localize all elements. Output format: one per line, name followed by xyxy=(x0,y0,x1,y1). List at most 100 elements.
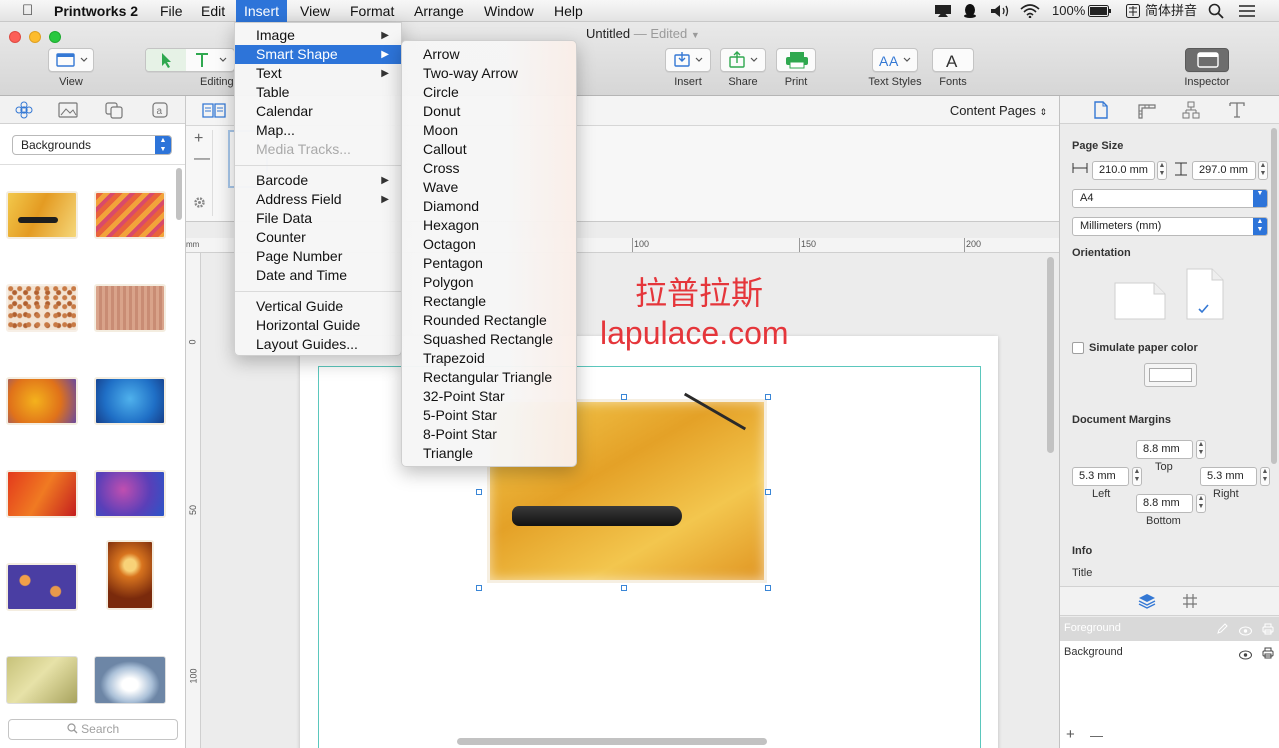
pages-selector[interactable]: Content Pages ⇕ xyxy=(950,103,1047,118)
zoom-window-button[interactable] xyxy=(49,31,61,43)
inspector-scrollbar[interactable] xyxy=(1271,128,1277,464)
image-library-icon[interactable] xyxy=(58,101,78,122)
shape-item-moon[interactable]: Moon xyxy=(402,121,576,140)
menu-window[interactable]: Window xyxy=(476,0,542,22)
background-thumbnail[interactable] xyxy=(94,191,166,239)
input-method-icon[interactable] xyxy=(1126,0,1140,22)
margin-right-stepper[interactable]: ▲ ▼ xyxy=(1260,467,1270,486)
simulate-paper-checkbox[interactable] xyxy=(1072,342,1084,354)
shape-item-trapezoid[interactable]: Trapezoid xyxy=(402,349,576,368)
printer-icon[interactable] xyxy=(1262,623,1274,638)
menu-view[interactable]: View xyxy=(292,0,338,22)
shape-item-rectangular-triangle[interactable]: Rectangular Triangle xyxy=(402,368,576,387)
margin-bottom-field[interactable]: 8.8 mm xyxy=(1136,494,1193,513)
menu-item-address-field[interactable]: Address Field ▶ xyxy=(235,190,401,209)
app-menu[interactable]: Printworks 2 xyxy=(46,0,146,22)
eye-icon[interactable] xyxy=(1239,648,1252,663)
margin-top-field[interactable]: 8.8 mm xyxy=(1136,440,1193,459)
insert-button[interactable] xyxy=(665,48,711,72)
category-popup[interactable]: Backgrounds ▲ ▼ xyxy=(12,135,172,155)
pencil-icon[interactable] xyxy=(1216,623,1228,638)
background-thumbnail[interactable] xyxy=(106,540,154,610)
background-thumbnail[interactable] xyxy=(6,470,78,518)
shape-item-hexagon[interactable]: Hexagon xyxy=(402,216,576,235)
shape-item-wave[interactable]: Wave xyxy=(402,178,576,197)
gear-icon[interactable] xyxy=(193,196,206,212)
resize-handle[interactable] xyxy=(476,489,482,495)
shape-item-callout[interactable]: Callout xyxy=(402,140,576,159)
add-page-button[interactable]: + xyxy=(194,130,203,148)
landscape-orientation-icon[interactable] xyxy=(1114,282,1166,323)
shape-item-circle[interactable]: Circle xyxy=(402,83,576,102)
text-styles-button[interactable]: AA xyxy=(872,48,918,72)
page-height-field[interactable]: 297.0 mm xyxy=(1192,161,1256,180)
layer-row-foreground[interactable]: Foreground xyxy=(1060,617,1279,641)
printer-icon[interactable] xyxy=(1262,647,1274,662)
page-width-field[interactable]: 210.0 mm xyxy=(1092,161,1155,180)
menu-item-layout-guides[interactable]: Layout Guides... xyxy=(235,335,401,354)
shape-item-5-point-star[interactable]: 5-Point Star xyxy=(402,406,576,425)
screen-mirror-icon[interactable] xyxy=(934,0,952,22)
apple-menu-icon[interactable]:  xyxy=(14,0,41,22)
background-thumbnail[interactable] xyxy=(6,284,78,332)
library-search-input[interactable]: Search xyxy=(8,719,178,740)
book-view-icon[interactable] xyxy=(202,102,226,121)
volume-icon[interactable] xyxy=(990,0,1012,22)
background-thumbnail[interactable] xyxy=(6,563,78,611)
menu-item-counter[interactable]: Counter xyxy=(235,228,401,247)
eye-icon[interactable] xyxy=(1239,624,1252,639)
shape-item-arrow[interactable]: Arrow xyxy=(402,45,576,64)
inspector-button[interactable] xyxy=(1185,48,1229,72)
paper-size-select[interactable]: A4 ▼ xyxy=(1072,189,1268,208)
menu-file[interactable]: File xyxy=(152,0,191,22)
flower-icon[interactable] xyxy=(14,101,34,122)
shape-item-squashed-rectangle[interactable]: Squashed Rectangle xyxy=(402,330,576,349)
layer-row-background[interactable]: Background xyxy=(1060,641,1279,665)
shape-item-pentagon[interactable]: Pentagon xyxy=(402,254,576,273)
shape-item-two-way-arrow[interactable]: Two-way Arrow xyxy=(402,64,576,83)
background-thumbnail[interactable] xyxy=(6,377,78,425)
text-tool-icon[interactable] xyxy=(190,49,234,71)
menu-item-vertical-guide[interactable]: Vertical Guide xyxy=(235,297,401,316)
menu-item-horizontal-guide[interactable]: Horizontal Guide xyxy=(235,316,401,335)
menu-item-barcode[interactable]: Barcode ▶ xyxy=(235,171,401,190)
menu-item-image[interactable]: Image ▶ xyxy=(235,26,401,45)
shape-item-cross[interactable]: Cross xyxy=(402,159,576,178)
margin-left-field[interactable]: 5.3 mm xyxy=(1072,467,1129,486)
background-thumbnail[interactable] xyxy=(6,656,78,704)
resize-handle[interactable] xyxy=(765,585,771,591)
fonts-button[interactable]: A xyxy=(932,48,974,72)
shape-item-octagon[interactable]: Octagon xyxy=(402,235,576,254)
shape-item-polygon[interactable]: Polygon xyxy=(402,273,576,292)
menu-insert[interactable]: Insert xyxy=(236,0,288,22)
menu-edit[interactable]: Edit xyxy=(193,0,233,22)
shape-item-triangle[interactable]: Triangle xyxy=(402,444,576,463)
paper-color-well[interactable] xyxy=(1144,363,1197,387)
shape-item-diamond[interactable]: Diamond xyxy=(402,197,576,216)
background-thumbnail[interactable] xyxy=(94,470,166,518)
page-height-stepper[interactable]: ▲ ▼ xyxy=(1258,161,1268,180)
wifi-icon[interactable] xyxy=(1020,0,1040,22)
background-thumbnail[interactable] xyxy=(94,377,166,425)
add-layer-button[interactable]: + xyxy=(1066,726,1075,743)
margin-right-field[interactable]: 5.3 mm xyxy=(1200,467,1257,486)
canvas-horizontal-scrollbar[interactable] xyxy=(457,738,767,745)
margin-top-stepper[interactable]: ▲ ▼ xyxy=(1196,440,1206,459)
shape-item-8-point-star[interactable]: 8-Point Star xyxy=(402,425,576,444)
layout-tab-icon[interactable] xyxy=(1138,101,1156,122)
layers-icon[interactable] xyxy=(1138,593,1156,612)
spotlight-search-icon[interactable] xyxy=(1208,0,1224,22)
grid-icon[interactable] xyxy=(1182,593,1198,612)
qq-icon[interactable] xyxy=(962,0,978,22)
page-width-stepper[interactable]: ▲ ▼ xyxy=(1157,161,1167,180)
shape-item-rectangle[interactable]: Rectangle xyxy=(402,292,576,311)
menu-item-table[interactable]: Table xyxy=(235,83,401,102)
notification-center-icon[interactable] xyxy=(1238,0,1256,22)
symbols-library-icon[interactable]: a xyxy=(150,101,170,122)
menu-item-file-data[interactable]: File Data xyxy=(235,209,401,228)
close-window-button[interactable] xyxy=(9,31,21,43)
menu-item-map[interactable]: Map... xyxy=(235,121,401,140)
units-select[interactable]: Millimeters (mm) ▲ ▼ xyxy=(1072,217,1268,236)
editing-tools[interactable] xyxy=(145,48,235,72)
background-thumbnail[interactable] xyxy=(6,191,78,239)
